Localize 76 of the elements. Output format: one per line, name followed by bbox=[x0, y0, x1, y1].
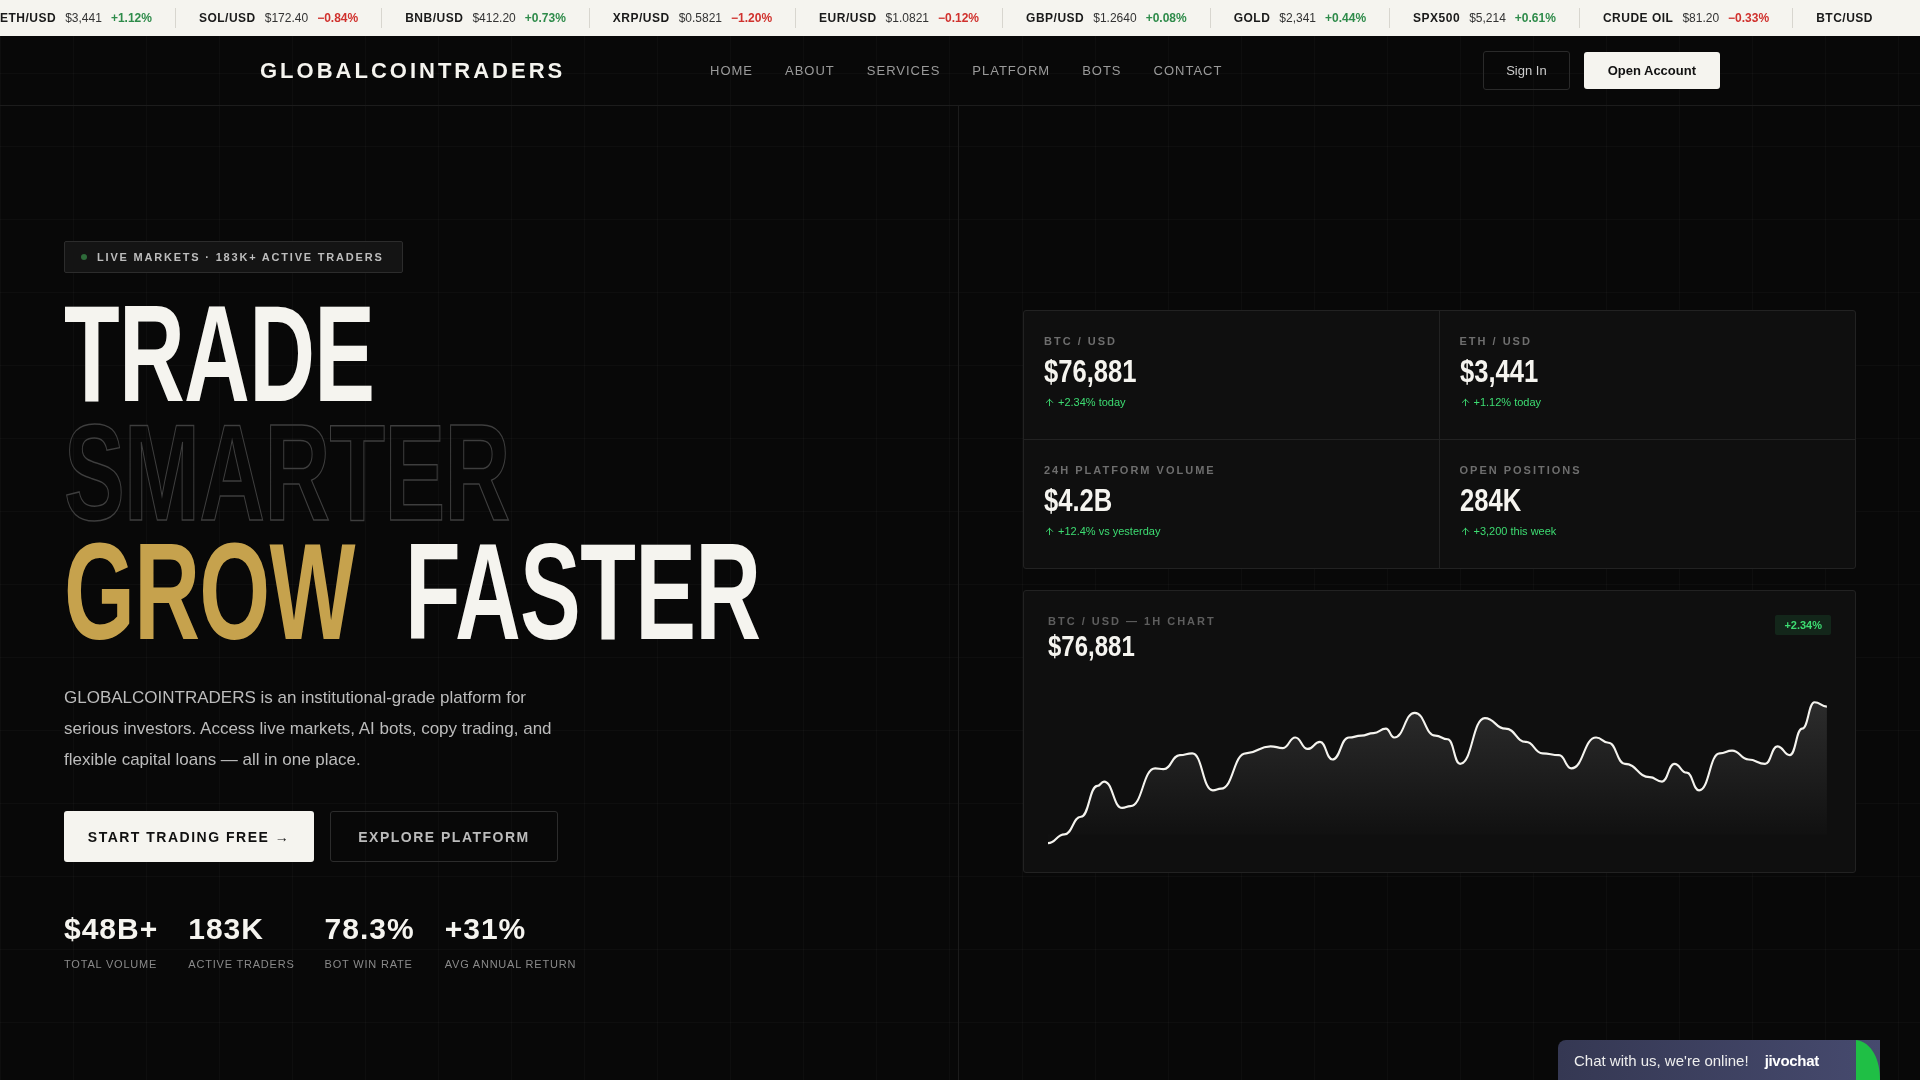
ticker-symbol: XRP/USD bbox=[612, 11, 670, 25]
ticker-symbol: GOLD bbox=[1233, 11, 1271, 25]
open-account-button[interactable]: Open Account bbox=[1583, 52, 1720, 89]
leaf-icon bbox=[1856, 1040, 1880, 1080]
arrow-up-icon bbox=[1044, 396, 1055, 408]
status-dot-icon bbox=[81, 254, 87, 260]
ticker-change: −0.84% bbox=[317, 11, 359, 25]
chat-message: Chat with us, we're online! bbox=[1574, 1051, 1749, 1069]
ticker-change: +0.08% bbox=[1145, 11, 1187, 25]
arrow-up-icon bbox=[1459, 525, 1471, 537]
explore-platform-button[interactable]: EXPLORE PLATFORM bbox=[330, 811, 558, 862]
stat-value: 183K bbox=[188, 912, 265, 946]
stat-label: BOT WIN RATE bbox=[324, 958, 414, 970]
stat-label: 24H PLATFORM VOLUME bbox=[1044, 464, 1217, 476]
ticker-symbol: BNB/USD bbox=[405, 11, 464, 25]
ticker-symbol: ETH/USD bbox=[0, 11, 57, 25]
ticker-change: +1.12% bbox=[110, 11, 152, 25]
badge-text: LIVE MARKETS · 183K+ ACTIVE TRADERS bbox=[97, 251, 384, 263]
stat-value: 284K bbox=[1459, 482, 1522, 519]
ticker-symbol: SOL/USD bbox=[198, 11, 256, 25]
ticker-change: +0.44% bbox=[1325, 11, 1367, 25]
stat-value: $76,881 bbox=[1044, 353, 1138, 390]
stat-label: BTC / USD bbox=[1044, 335, 1118, 347]
stat-label: ACTIVE TRADERS bbox=[188, 958, 295, 970]
stat-value: $48B+ bbox=[64, 912, 159, 946]
headline-word: TRADE bbox=[64, 283, 375, 422]
stat-label: TOTAL VOLUME bbox=[64, 958, 159, 970]
ticker-symbol: SPX500 bbox=[1413, 11, 1461, 25]
ticker-symbol: GBP/USD bbox=[1026, 11, 1085, 25]
stat-label: AVG ANNUAL RETURN bbox=[444, 958, 577, 970]
arrow-up-icon bbox=[1459, 396, 1471, 408]
ticker-change: −0.33% bbox=[1728, 11, 1770, 25]
ticker-symbol: CRUDE OIL bbox=[1602, 11, 1674, 25]
chat-widget[interactable]: Chat with us, we're online! jivochat bbox=[1558, 1040, 1880, 1080]
ticker-price: $412.20 bbox=[472, 11, 516, 25]
stat-change: +12.4% vs yesterday bbox=[1058, 525, 1161, 537]
chat-brand: jivochat bbox=[1764, 1051, 1819, 1069]
change-badge: +2.34% bbox=[1775, 615, 1831, 635]
ticker-price: $3,441 bbox=[65, 11, 102, 25]
site-logo[interactable]: GLOBALCOINTRADERS bbox=[260, 57, 710, 84]
ticker-price: $81.20 bbox=[1682, 11, 1720, 25]
sign-in-button[interactable]: Sign In bbox=[1483, 51, 1570, 90]
headline-word: GROW bbox=[64, 521, 355, 660]
ticker-price: $0.5821 bbox=[678, 11, 723, 25]
nav-link[interactable]: PLATFORM bbox=[972, 63, 1051, 78]
ticker-price: $172.40 bbox=[264, 11, 309, 25]
ticker-symbol: EUR/USD bbox=[819, 11, 877, 25]
nav-link[interactable]: CONTACT bbox=[1153, 63, 1223, 78]
ticker-price: $5,214 bbox=[1469, 11, 1506, 25]
chart-title: BTC / USD — 1H CHART bbox=[1048, 615, 1216, 627]
ticker-price: $1.2640 bbox=[1093, 11, 1137, 25]
chart-price: $76,881 bbox=[1048, 629, 1136, 663]
nav-link[interactable]: HOME bbox=[710, 63, 753, 78]
stat-change: +1.12% today bbox=[1473, 396, 1542, 408]
ticker-symbol: BTC/USD bbox=[1816, 11, 1873, 25]
nav-link[interactable]: BOTS bbox=[1082, 63, 1122, 78]
ticker-change: −1.20% bbox=[731, 11, 773, 25]
ticker-change: −0.12% bbox=[938, 11, 980, 25]
hero-description: GLOBALCOINTRADERS is an institutional-grade platform for serious investors. Access live markets, AI bots, copy trading, and flexible capital loans — all in one place. bbox=[64, 687, 553, 771]
ticker-change: +0.73% bbox=[524, 11, 566, 25]
start-trading-button[interactable]: START TRADING FREE → bbox=[64, 811, 314, 862]
nav-link[interactable]: ABOUT bbox=[785, 63, 835, 78]
ticker-change: +0.61% bbox=[1514, 11, 1556, 25]
headline-word: FASTER bbox=[404, 521, 760, 660]
arrow-up-icon bbox=[1044, 525, 1055, 537]
stat-value: +31% bbox=[444, 912, 528, 946]
stat-change: +3,200 this week bbox=[1473, 525, 1557, 537]
stat-label: OPEN POSITIONS bbox=[1459, 464, 1583, 476]
ticker-price: $1.0821 bbox=[885, 11, 929, 25]
stat-value: $4.2B bbox=[1044, 482, 1114, 519]
stat-value: $3,441 bbox=[1459, 353, 1539, 390]
ticker-price: $2,341 bbox=[1279, 11, 1317, 25]
stat-label: ETH / USD bbox=[1459, 335, 1533, 347]
stat-change: +2.34% today bbox=[1058, 396, 1126, 408]
stat-value: 78.3% bbox=[324, 912, 415, 946]
nav-link[interactable]: SERVICES bbox=[866, 63, 941, 78]
